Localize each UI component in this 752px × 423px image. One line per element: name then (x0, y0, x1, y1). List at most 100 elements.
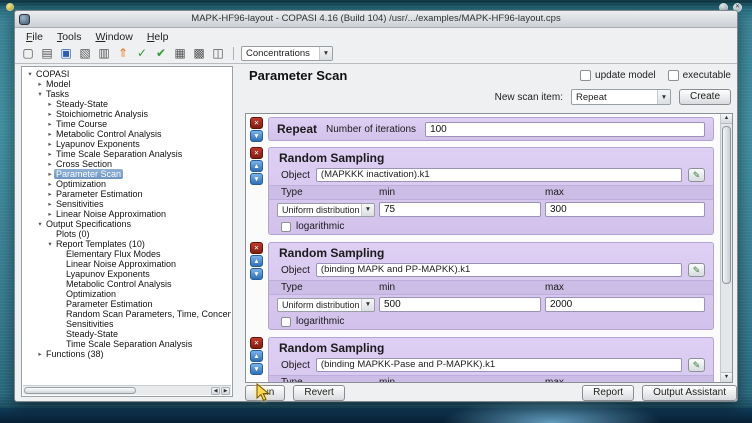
expanded-arrow-icon[interactable]: ▾ (26, 70, 34, 78)
up-scan-item-button[interactable]: ▲ (250, 160, 263, 172)
create-button[interactable]: Create (679, 89, 731, 105)
collapsed-arrow-icon[interactable]: ▸ (46, 190, 54, 198)
tree-item-metabolic-control-analysis[interactable]: Metabolic Control Analysis (23, 279, 231, 289)
object-picker-button[interactable]: ✎ (688, 168, 705, 182)
down-scan-item-button[interactable]: ▼ (250, 173, 263, 185)
matrix-icon[interactable]: ▦ (172, 46, 188, 62)
collapsed-arrow-icon[interactable]: ▸ (36, 350, 44, 358)
object-value-field[interactable]: (binding MAPKK-Pase and P-MAPKK).k1 (316, 358, 682, 372)
collapsed-arrow-icon[interactable]: ▸ (46, 210, 54, 218)
scrollbar-thumb[interactable] (722, 126, 731, 284)
remove-scan-item-button[interactable]: ✕ (250, 117, 263, 129)
tree-item-output-specifications[interactable]: ▾Output Specifications (23, 219, 231, 229)
tree-item-cross-section[interactable]: ▸Cross Section (23, 159, 231, 169)
tree-item-parameter-scan[interactable]: ▸Parameter Scan (23, 169, 231, 179)
scroll-left-button[interactable]: ◀ (211, 387, 220, 395)
scroll-up-button[interactable]: ▲ (721, 114, 732, 124)
revert-button[interactable]: Revert (293, 385, 344, 401)
tree-item-lyapunov-exponents[interactable]: Lyapunov Exponents (23, 269, 231, 279)
expanded-arrow-icon[interactable]: ▾ (36, 90, 44, 98)
tree-item-time-scale-separation-analysis[interactable]: ▸Time Scale Separation Analysis (23, 149, 231, 159)
tree-item-metabolic-control-analysis[interactable]: ▸Metabolic Control Analysis (23, 129, 231, 139)
menu-file[interactable]: File (19, 31, 50, 43)
tree-item-copasi[interactable]: ▾COPASI (23, 69, 231, 79)
run-button[interactable]: Run (245, 385, 285, 401)
tree-item-elementary-flux-modes[interactable]: Elementary Flux Modes (23, 249, 231, 259)
up-scan-item-button[interactable]: ▲ (250, 350, 263, 362)
collapsed-arrow-icon[interactable]: ▸ (46, 180, 54, 188)
tree-item-linear-noise-approximation[interactable]: ▸Linear Noise Approximation (23, 209, 231, 219)
tree-item-sensitivities[interactable]: ▸Sensitivities (23, 199, 231, 209)
collapsed-arrow-icon[interactable]: ▸ (46, 100, 54, 108)
executable-checkbox[interactable] (668, 70, 679, 81)
down-scan-item-button[interactable]: ▼ (250, 130, 263, 142)
distribution-dropdown[interactable]: Uniform distribution▼ (277, 203, 375, 217)
min-input[interactable] (379, 297, 541, 312)
collapsed-arrow-icon[interactable]: ▸ (46, 140, 54, 148)
save-as-icon[interactable]: ▧ (77, 46, 93, 62)
tree-item-sensitivities[interactable]: Sensitivities (23, 319, 231, 329)
commit-icon[interactable]: ⇑ (115, 46, 131, 62)
iterations-input[interactable] (425, 122, 705, 137)
check-all-icon[interactable]: ✔ (153, 46, 169, 62)
object-value-field[interactable]: (MAPKKK inactivation).k1 (316, 168, 682, 182)
down-scan-item-button[interactable]: ▼ (250, 268, 263, 280)
tree-item-time-course[interactable]: ▸Time Course (23, 119, 231, 129)
tree-item-parameter-estimation[interactable]: ▸Parameter Estimation (23, 189, 231, 199)
tree-item-stoichiometric-analysis[interactable]: ▸Stoichiometric Analysis (23, 109, 231, 119)
scroll-down-button[interactable]: ▼ (721, 372, 732, 382)
check-model-icon[interactable]: ✓ (134, 46, 150, 62)
object-picker-button[interactable]: ✎ (688, 263, 705, 277)
tree-item-time-scale-separation-analysis[interactable]: Time Scale Separation Analysis (23, 339, 231, 349)
remove-scan-item-button[interactable]: ✕ (250, 147, 263, 159)
tree-item-steady-state[interactable]: Steady-State (23, 329, 231, 339)
expanded-arrow-icon[interactable]: ▾ (46, 240, 54, 248)
matrix-large-icon[interactable]: ▩ (191, 46, 207, 62)
vertical-scrollbar[interactable]: ▲ ▼ (720, 114, 732, 382)
new-scan-item-dropdown[interactable]: Repeat ▼ (571, 89, 671, 105)
update-model-checkbox[interactable] (580, 70, 591, 81)
tree-item-linear-noise-approximation[interactable]: Linear Noise Approximation (23, 259, 231, 269)
scrollbar-thumb[interactable] (24, 387, 136, 394)
output-assistant-button[interactable]: Output Assistant (642, 385, 737, 401)
max-input[interactable] (545, 297, 705, 312)
tree-item-tasks[interactable]: ▾Tasks (23, 89, 231, 99)
tree-item-plots-0[interactable]: Plots (0) (23, 229, 231, 239)
tree-item-optimization[interactable]: ▸Optimization (23, 179, 231, 189)
title-bar[interactable]: MAPK-HF96-layout - COPASI 4.16 (Build 10… (15, 11, 737, 28)
max-input[interactable] (545, 202, 705, 217)
tree-item-report-templates-10[interactable]: ▾Report Templates (10) (23, 239, 231, 249)
save-icon[interactable]: ▣ (58, 46, 74, 62)
collapsed-arrow-icon[interactable]: ▸ (46, 170, 54, 178)
scroll-right-button[interactable]: ▶ (221, 387, 230, 395)
logarithmic-checkbox[interactable] (281, 222, 291, 232)
menu-help[interactable]: Help (140, 31, 176, 43)
collapsed-arrow-icon[interactable]: ▸ (46, 120, 54, 128)
object-value-field[interactable]: (binding MAPK and PP-MAPKK).k1 (316, 263, 682, 277)
remove-scan-item-button[interactable]: ✕ (250, 337, 263, 349)
open-document-icon[interactable]: ▤ (39, 46, 55, 62)
distribution-dropdown[interactable]: Uniform distribution▼ (277, 298, 375, 312)
tree-item-model[interactable]: ▸Model (23, 79, 231, 89)
tree-item-lyapunov-exponents[interactable]: ▸Lyapunov Exponents (23, 139, 231, 149)
report-button[interactable]: Report (582, 385, 634, 401)
collapsed-arrow-icon[interactable]: ▸ (46, 200, 54, 208)
new-document-icon[interactable]: ▢ (20, 46, 36, 62)
collapsed-arrow-icon[interactable]: ▸ (46, 130, 54, 138)
tree-item-parameter-estimation[interactable]: Parameter Estimation (23, 299, 231, 309)
collapsed-arrow-icon[interactable]: ▸ (46, 160, 54, 168)
tree-item-functions-38[interactable]: ▸Functions (38) (23, 349, 231, 359)
menu-tools[interactable]: Tools (50, 31, 89, 43)
slider-icon[interactable]: ◫ (210, 46, 226, 62)
collapsed-arrow-icon[interactable]: ▸ (46, 110, 54, 118)
up-scan-item-button[interactable]: ▲ (250, 255, 263, 267)
print-icon[interactable]: ▥ (96, 46, 112, 62)
tree-item-random-scan-parameters-time-concentrations[interactable]: Random Scan Parameters, Time, Concentrat… (23, 309, 231, 319)
expanded-arrow-icon[interactable]: ▾ (36, 220, 44, 228)
down-scan-item-button[interactable]: ▼ (250, 363, 263, 375)
tree-item-steady-state[interactable]: ▸Steady-State (23, 99, 231, 109)
collapsed-arrow-icon[interactable]: ▸ (46, 150, 54, 158)
logarithmic-checkbox[interactable] (281, 317, 291, 327)
tree-item-optimization[interactable]: Optimization (23, 289, 231, 299)
concentrations-dropdown[interactable]: Concentrations ▼ (241, 46, 333, 61)
